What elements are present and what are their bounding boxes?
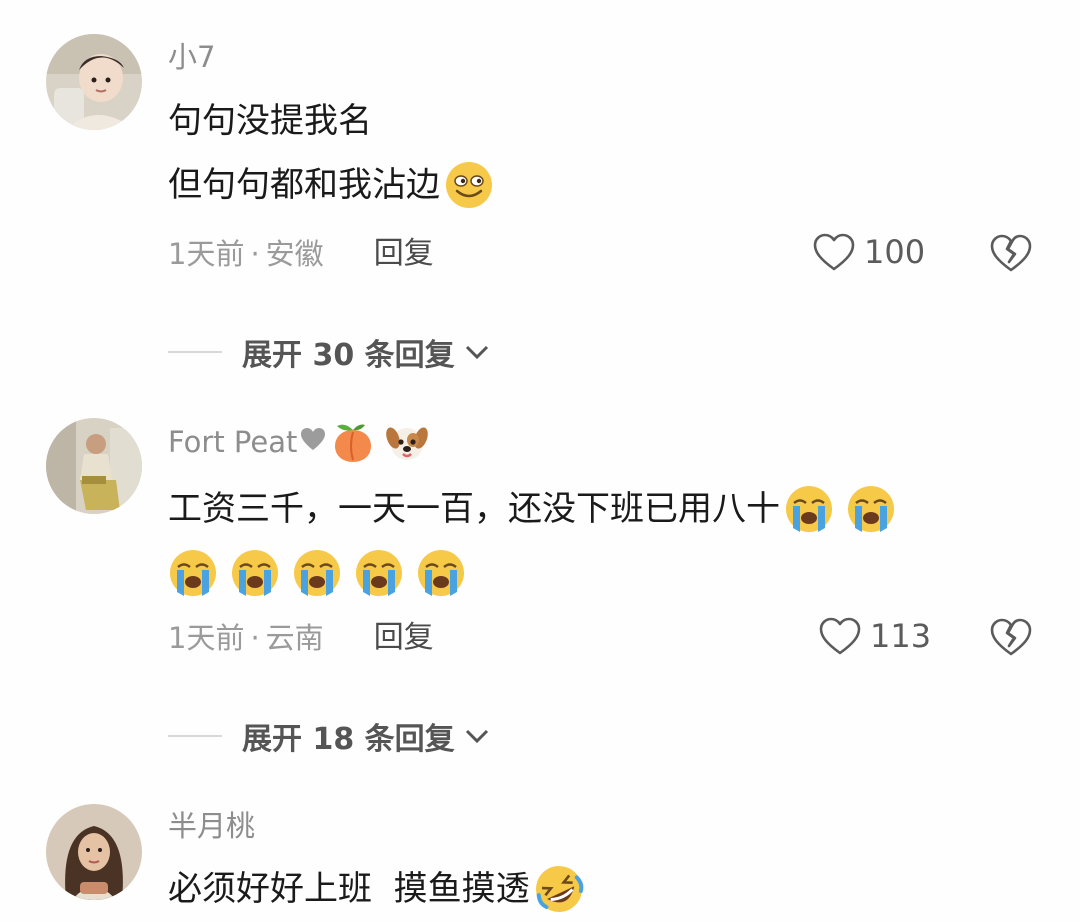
- dislike-button[interactable]: [988, 616, 1034, 658]
- rolling-on-floor-laughing-icon: [534, 864, 584, 914]
- heart-outline-icon: [813, 233, 855, 271]
- comment-time: 1天前: [168, 237, 245, 271]
- meta-separator: ·: [250, 621, 260, 655]
- expand-replies-button[interactable]: 展开 30 条回复: [168, 330, 491, 374]
- reply-button[interactable]: 回复: [374, 236, 434, 272]
- divider-line: [168, 735, 222, 737]
- loudly-crying-face-icon: [354, 548, 404, 598]
- comment-location: 安徽: [265, 237, 324, 271]
- peach-icon: [331, 420, 375, 464]
- gray-heart-icon: [299, 424, 327, 460]
- loudly-crying-face-icon: [846, 484, 896, 534]
- comment-location: 云南: [265, 621, 324, 655]
- like-count: 100: [864, 233, 926, 271]
- heart-outline-icon: [819, 617, 861, 655]
- comment-text-line-with-emoji: 必须好好上班 摸鱼摸透: [168, 864, 584, 914]
- comment-text: 必须好好上班 摸鱼摸透: [168, 869, 530, 909]
- like-button[interactable]: 100: [812, 232, 925, 272]
- loudly-crying-face-icon: [230, 548, 280, 598]
- username[interactable]: 半月桃: [168, 808, 255, 844]
- smirk-face-emoji-icon: [444, 160, 494, 210]
- avatar[interactable]: [46, 418, 142, 514]
- broken-heart-icon: [990, 618, 1032, 656]
- like-count: 113: [870, 617, 932, 655]
- emoji-row: [168, 548, 466, 598]
- comment-text-line-with-emoji: 但句句都和我沾边: [168, 160, 494, 210]
- comment-text-line: 句句没提我名: [168, 101, 372, 141]
- chevron-down-icon: [463, 335, 491, 370]
- avatar[interactable]: [46, 804, 142, 900]
- expand-replies-label: 展开 30 条回复: [242, 338, 455, 373]
- comment-text: 但句句都和我沾边: [168, 165, 440, 205]
- chevron-down-icon: [463, 719, 491, 754]
- loudly-crying-face-icon: [292, 548, 342, 598]
- meta-separator: ·: [250, 237, 260, 271]
- expand-replies-button[interactable]: 展开 18 条回复: [168, 714, 491, 758]
- divider-line: [168, 351, 222, 353]
- username[interactable]: 小7: [168, 39, 215, 75]
- expand-replies-label: 展开 18 条回复: [242, 722, 455, 757]
- loudly-crying-face-icon: [168, 548, 218, 598]
- like-button[interactable]: 113: [818, 616, 931, 656]
- loudly-crying-face-icon: [784, 484, 834, 534]
- comment-meta: 1天前 · 安徽 回复: [168, 236, 434, 272]
- comment-meta: 1天前 · 云南 回复: [168, 620, 434, 656]
- loudly-crying-face-icon: [416, 548, 466, 598]
- comment-text-line-with-emoji: 工资三千，一天一百，还没下班已用八十: [168, 484, 896, 534]
- comment-text: 工资三千，一天一百，还没下班已用八十: [168, 489, 780, 529]
- username[interactable]: Fort Peat: [168, 420, 429, 464]
- dog-face-icon: [385, 420, 429, 464]
- comment-time: 1天前: [168, 621, 245, 655]
- avatar[interactable]: [46, 34, 142, 130]
- dislike-button[interactable]: [988, 232, 1034, 274]
- reply-button[interactable]: 回复: [374, 620, 434, 656]
- broken-heart-icon: [990, 234, 1032, 272]
- username-text: Fort Peat: [168, 425, 298, 459]
